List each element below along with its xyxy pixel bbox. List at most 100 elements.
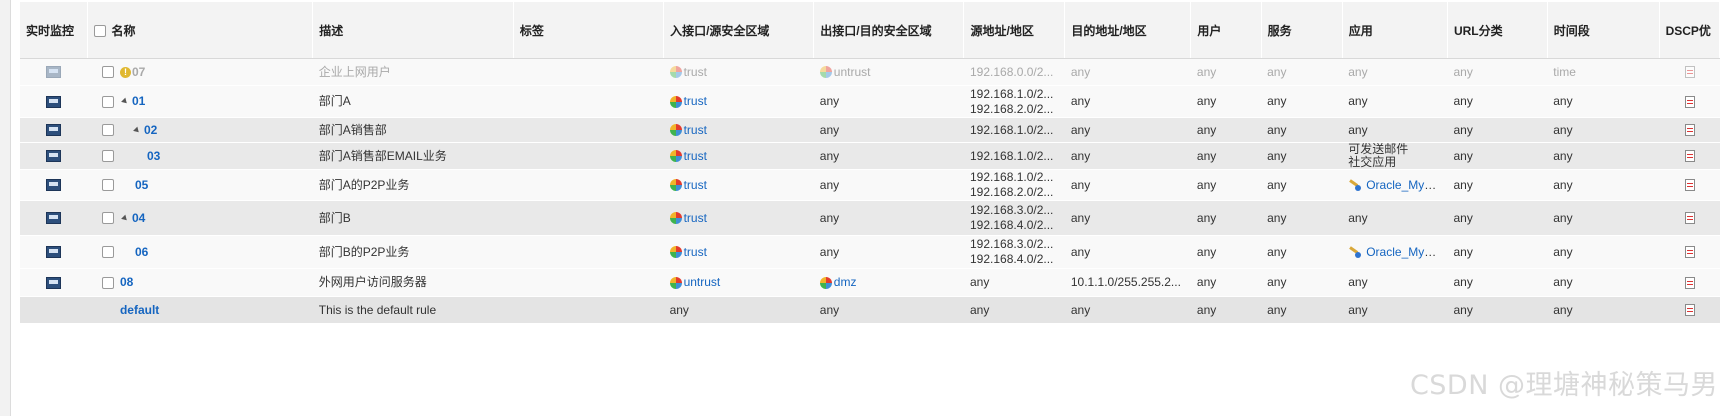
zone-icon [669,124,682,137]
url-category: any [1447,296,1548,324]
table-row[interactable]: 02 部门A销售部 trust any 192.168.1.0/2... any… [20,117,1720,143]
row-checkbox[interactable] [101,150,114,163]
src-addr: 192.168.1.0/2... [963,117,1065,143]
document-icon[interactable] [1685,246,1696,259]
collapse-icon[interactable] [133,126,141,135]
dst-zone: any [813,142,964,170]
document-icon[interactable] [1685,95,1696,108]
row-checkbox[interactable] [101,124,114,137]
table-row[interactable]: 05 部门A的P2P业务 trust any 192.168.1.0/2... 1… [20,169,1720,201]
col-dst-zone[interactable]: 出接口/目的安全区域 [813,2,965,59]
src-zone-link[interactable]: untrust [684,275,721,289]
row-checkbox[interactable] [101,95,114,108]
col-dst-addr[interactable]: 目的地址/地区 [1064,2,1192,59]
rule-name[interactable]: 04 [132,211,145,225]
app-link[interactable]: Oracle_MySQL [1366,245,1447,259]
src-zone-link[interactable]: trust [684,211,707,225]
service: any [1261,117,1343,143]
monitor-icon[interactable] [46,124,61,137]
time-range: any [1547,117,1660,143]
src-addr-line: 192.168.3.0/2... [969,237,1054,251]
row-checkbox[interactable] [101,66,114,79]
row-checkbox[interactable] [101,212,114,225]
user: any [1190,142,1262,170]
document-icon[interactable] [1685,212,1696,225]
dst-zone: any [813,296,964,324]
col-service[interactable]: 服务 [1261,2,1343,59]
app: any [1342,200,1448,236]
rule-name[interactable]: 07 [132,65,145,79]
col-name[interactable]: 名称 [87,2,314,59]
src-zone-link[interactable]: trust [684,123,707,137]
table-row[interactable]: 03 部门A销售部EMAIL业务 trust any 192.168.1.0/2… [20,142,1720,170]
src-zone-link[interactable]: trust [684,178,707,192]
row-checkbox[interactable] [101,179,114,192]
document-icon[interactable] [1685,66,1696,79]
col-src-addr[interactable]: 源地址/地区 [963,2,1066,59]
src-zone-link[interactable]: trust [684,94,707,108]
table-row[interactable]: 04 部门B trust any 192.168.3.0/2... 192.168… [20,200,1720,236]
table-row[interactable]: 08 外网用户访问服务器 untrust dmz any 10.1.1.0/25… [20,268,1720,297]
zone-icon [669,276,682,289]
src-zone-link[interactable]: trust [684,245,707,259]
monitor-icon[interactable] [46,66,61,79]
dst-addr: any [1064,296,1191,324]
rule-name[interactable]: 06 [135,245,148,259]
rule-description: 部门A的P2P业务 [312,169,514,201]
app: any [1342,296,1448,324]
document-icon[interactable] [1685,179,1696,192]
src-addr-line: 192.168.4.0/2... [969,252,1054,266]
rule-name[interactable]: 08 [120,275,133,289]
rule-name[interactable]: 01 [132,94,145,108]
select-all-checkbox[interactable] [94,25,107,38]
rule-tag [513,58,664,86]
col-user[interactable]: 用户 [1190,2,1262,59]
rule-tag [513,235,664,269]
service: any [1261,268,1343,297]
collapse-icon[interactable] [121,214,129,223]
app-line: 社交应用 [1348,155,1397,169]
table-row[interactable]: default This is the default rule any any… [20,296,1720,324]
monitor-icon[interactable] [46,246,61,259]
user: any [1190,58,1262,86]
src-addr: 192.168.0.0/2... [963,58,1065,86]
src-zone-link[interactable]: trust [684,149,707,163]
col-tag[interactable]: 标签 [513,2,665,59]
collapse-icon[interactable] [121,97,129,106]
monitor-icon[interactable] [46,150,61,163]
col-monitor[interactable]: 实时监控 [20,2,89,59]
col-dscp[interactable]: DSCP优 [1659,2,1721,59]
monitor-icon[interactable] [46,179,61,192]
col-time[interactable]: 时间段 [1547,2,1660,59]
left-panel-edge [0,0,11,416]
dst-zone: any [813,169,964,201]
document-icon[interactable] [1685,150,1696,163]
src-zone-link[interactable]: trust [684,65,707,79]
monitor-icon[interactable] [46,212,61,225]
time-range: any [1547,200,1660,236]
table-row[interactable]: ! 07 企业上网用户 trust untrust 192.168.0.0/2..… [20,58,1720,86]
document-icon[interactable] [1685,304,1696,317]
rule-tag [513,268,664,297]
col-description[interactable]: 描述 [312,2,514,59]
col-src-zone[interactable]: 入接口/源安全区域 [663,2,815,59]
monitor-icon[interactable] [46,95,61,108]
dst-zone-link[interactable]: dmz [834,275,857,289]
row-checkbox[interactable] [101,276,114,289]
rule-name[interactable]: default [120,303,159,317]
col-url[interactable]: URL分类 [1447,2,1548,59]
time-range[interactable]: time [1547,58,1660,86]
rule-name[interactable]: 02 [144,123,157,137]
table-row[interactable]: 06 部门B的P2P业务 trust any 192.168.3.0/2... 1… [20,235,1720,269]
rule-description: 部门B的P2P业务 [312,235,514,269]
document-icon[interactable] [1685,276,1696,289]
monitor-icon[interactable] [46,276,61,289]
rule-name[interactable]: 03 [147,149,160,163]
table-row[interactable]: 01 部门A trust any 192.168.1.0/2... 192.168… [20,85,1720,118]
document-icon[interactable] [1685,124,1696,137]
rule-name[interactable]: 05 [135,178,148,192]
dst-zone-link[interactable]: untrust [834,65,871,79]
col-app[interactable]: 应用 [1342,2,1448,59]
app-link[interactable]: Oracle_MySQL [1366,178,1447,192]
row-checkbox[interactable] [101,246,114,259]
